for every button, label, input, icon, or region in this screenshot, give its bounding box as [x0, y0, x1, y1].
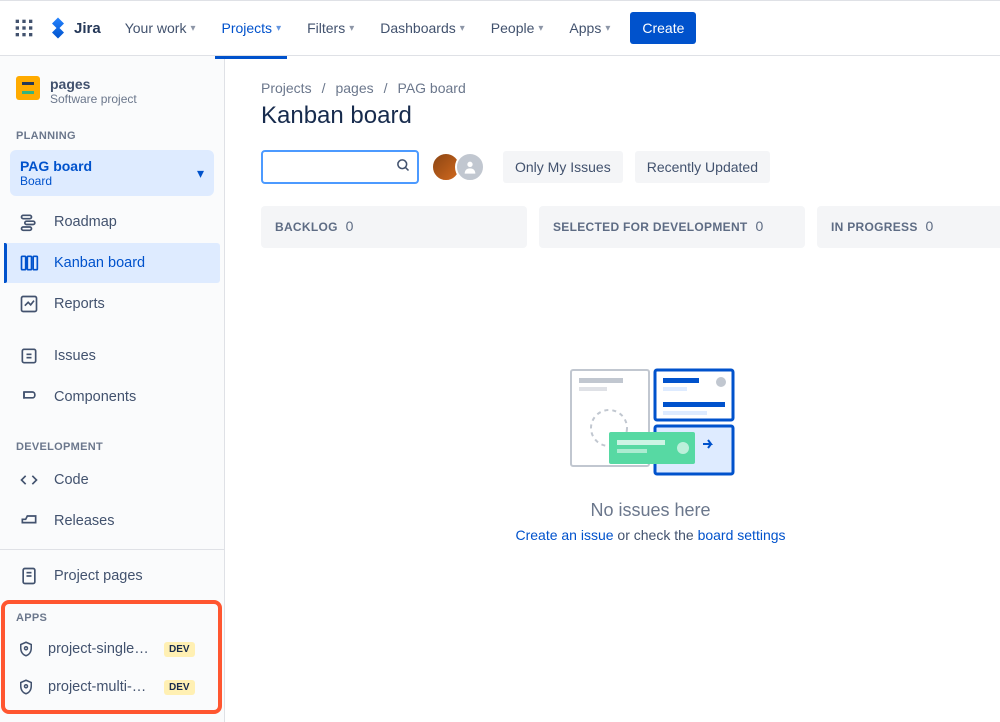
reports-icon	[18, 293, 40, 315]
chevron-down-icon: ▾	[276, 23, 281, 34]
shield-icon	[16, 677, 36, 697]
chevron-down-icon: ▾	[349, 23, 354, 34]
components-icon	[18, 386, 40, 408]
column-header: BACKLOG	[275, 220, 338, 234]
nav-projects[interactable]: Projects▾	[215, 12, 287, 44]
section-label-planning: PLANNING	[0, 122, 224, 148]
releases-icon	[18, 510, 40, 532]
empty-state-illustration	[561, 362, 741, 482]
column-backlog: BACKLOG 0	[261, 206, 527, 248]
project-name: pages	[50, 76, 137, 92]
sidebar-item-releases[interactable]: Releases	[4, 501, 220, 541]
board-selector[interactable]: PAG board Board ▾	[10, 150, 214, 196]
breadcrumb-item[interactable]: pages	[335, 80, 373, 96]
sidebar-item-code[interactable]: Code	[4, 460, 220, 500]
search-box	[261, 150, 419, 184]
sidebar-app-item[interactable]: project-multi-page-app DEV	[8, 668, 216, 706]
app-switcher-icon[interactable]	[12, 16, 36, 40]
sidebar-item-issues[interactable]: Issues	[4, 336, 220, 376]
avatar-unassigned[interactable]	[455, 152, 485, 182]
app-label: project-multi-page-app	[48, 679, 152, 695]
sidebar-item-kanban-board[interactable]: Kanban board	[4, 243, 220, 283]
kanban-columns: BACKLOG 0 SELECTED FOR DEVELOPMENT 0 IN …	[261, 206, 1000, 248]
roadmap-icon	[18, 211, 40, 233]
top-nav: Jira Your work▾ Projects▾ Filters▾ Dashb…	[0, 0, 1000, 56]
nav-filters[interactable]: Filters▾	[301, 12, 360, 44]
page-icon	[18, 565, 40, 587]
divider	[0, 549, 224, 550]
section-label-apps: APPS	[0, 604, 224, 630]
project-type: Software project	[50, 92, 137, 106]
nav-people[interactable]: People▾	[485, 12, 550, 44]
breadcrumb-separator: /	[384, 80, 388, 96]
board-settings-link[interactable]: board settings	[698, 527, 786, 543]
sidebar-item-components[interactable]: Components	[4, 377, 220, 417]
empty-state: No issues here Create an issue or check …	[261, 362, 1000, 543]
column-header: IN PROGRESS	[831, 220, 918, 234]
board-selector-name: PAG board	[20, 158, 92, 174]
sidebar-item-roadmap[interactable]: Roadmap	[4, 202, 220, 242]
dev-badge: DEV	[164, 642, 195, 657]
column-count: 0	[926, 218, 934, 234]
project-icon	[16, 76, 40, 100]
sidebar-item-label: Releases	[54, 513, 114, 529]
column-count: 0	[346, 218, 354, 234]
breadcrumb-separator: /	[322, 80, 326, 96]
breadcrumb: Projects / pages / PAG board	[261, 80, 1000, 96]
page-title: Kanban board	[261, 102, 1000, 130]
shield-icon	[16, 639, 36, 659]
filter-only-my-issues[interactable]: Only My Issues	[503, 151, 623, 183]
nav-dashboards[interactable]: Dashboards▾	[374, 12, 471, 44]
breadcrumb-item[interactable]: PAG board	[398, 80, 466, 96]
jira-logo[interactable]: Jira	[46, 16, 101, 40]
search-icon	[396, 158, 411, 176]
sidebar-item-label: Roadmap	[54, 214, 117, 230]
chevron-down-icon: ▾	[197, 165, 204, 182]
chevron-down-icon: ▾	[460, 23, 465, 34]
section-label-development: DEVELOPMENT	[0, 433, 224, 459]
nav-your-work[interactable]: Your work▾	[119, 12, 202, 44]
chevron-down-icon: ▾	[190, 23, 195, 34]
column-in-progress: IN PROGRESS 0	[817, 206, 1000, 248]
sidebar-app-item[interactable]: project-single-page-app DEV	[8, 630, 216, 668]
nav-apps[interactable]: Apps▾	[563, 12, 616, 44]
sidebar-item-label: Project pages	[54, 568, 143, 584]
column-header: SELECTED FOR DEVELOPMENT	[553, 220, 748, 234]
code-icon	[18, 469, 40, 491]
dev-badge: DEV	[164, 680, 195, 695]
main-content: Projects / pages / PAG board Kanban boar…	[225, 56, 1000, 722]
sidebar-item-project-pages[interactable]: Project pages	[4, 556, 220, 596]
jira-logo-text: Jira	[74, 20, 101, 37]
board-toolbar: Only My Issues Recently Updated	[261, 150, 1000, 184]
board-icon	[18, 252, 40, 274]
sidebar-item-label: Code	[54, 472, 89, 488]
sidebar-item-label: Issues	[54, 348, 96, 364]
chevron-down-icon: ▾	[605, 23, 610, 34]
empty-state-text: Create an issue or check the board setti…	[301, 527, 1000, 543]
project-header: pages Software project	[0, 56, 224, 122]
sidebar-item-label: Reports	[54, 296, 105, 312]
chevron-down-icon: ▾	[538, 23, 543, 34]
sidebar-item-reports[interactable]: Reports	[4, 284, 220, 324]
assignee-avatars	[431, 152, 485, 182]
create-button[interactable]: Create	[630, 12, 696, 44]
empty-state-title: No issues here	[301, 500, 1000, 521]
sidebar-item-label: Components	[54, 389, 136, 405]
breadcrumb-item[interactable]: Projects	[261, 80, 312, 96]
sidebar-item-label: Kanban board	[54, 255, 145, 271]
filter-recently-updated[interactable]: Recently Updated	[635, 151, 770, 183]
column-selected-for-development: SELECTED FOR DEVELOPMENT 0	[539, 206, 805, 248]
create-issue-link[interactable]: Create an issue	[515, 527, 613, 543]
project-sidebar: pages Software project PLANNING PAG boar…	[0, 56, 225, 722]
issues-icon	[18, 345, 40, 367]
column-count: 0	[755, 218, 763, 234]
board-selector-sub: Board	[20, 174, 92, 188]
app-label: project-single-page-app	[48, 641, 152, 657]
